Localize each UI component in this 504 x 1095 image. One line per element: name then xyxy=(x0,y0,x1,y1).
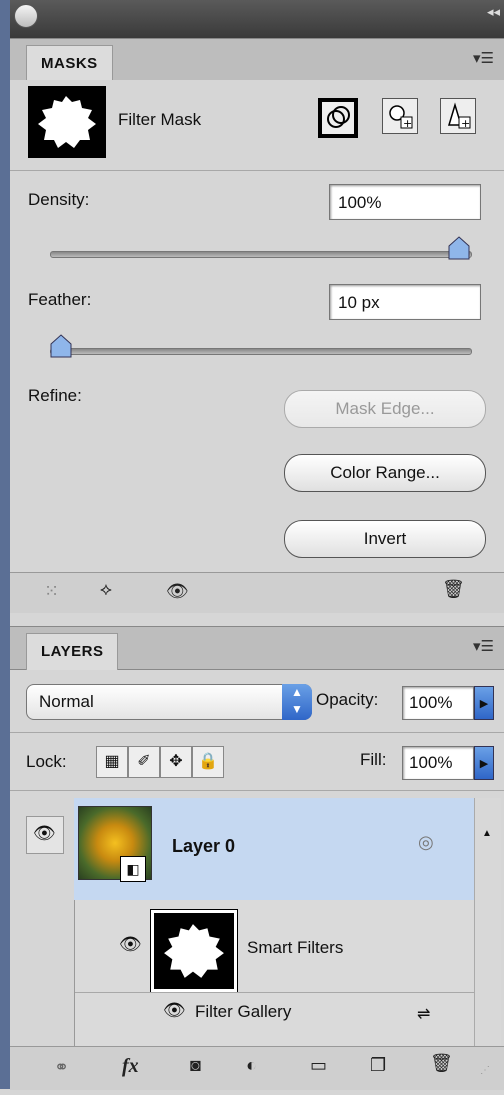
lock-position-icon[interactable]: ✥ xyxy=(160,746,192,778)
blend-mode-select[interactable]: Normal ▲ ▼ xyxy=(26,684,312,720)
window-edge xyxy=(0,0,10,1089)
lock-image-icon[interactable]: ✐ xyxy=(128,746,160,778)
eye-icon: 👁 xyxy=(33,823,56,843)
blend-mode-value: Normal xyxy=(39,692,94,711)
svg-text:+: + xyxy=(403,117,412,130)
feather-slider-knob[interactable] xyxy=(50,334,72,358)
mask-edge-button[interactable]: Mask Edge... xyxy=(284,390,486,428)
refine-label: Refine: xyxy=(28,386,82,405)
photoshop-panel-window: ◂◂ MASKS ▾☰ Filter Mask + + Density: 100… xyxy=(0,0,504,1095)
add-pixel-mask-button[interactable]: + xyxy=(382,98,418,134)
layer-visibility-toggle[interactable]: 👁 xyxy=(26,816,64,854)
collapse-icon[interactable]: ◂◂ xyxy=(487,4,500,20)
eye-icon[interactable]: 👁 xyxy=(163,1000,186,1021)
divider xyxy=(10,732,504,733)
mask-thumbnail[interactable] xyxy=(28,86,106,158)
divider xyxy=(75,992,475,993)
vector-mask-add-icon: + xyxy=(447,102,471,130)
link-layers-icon[interactable]: ⚭ xyxy=(54,1057,69,1078)
trash-icon[interactable]: 🗑 xyxy=(442,579,465,600)
feather-label: Feather: xyxy=(28,290,92,309)
mask-shape-icon xyxy=(38,96,96,148)
layers-scrollbar[interactable]: ▲ xyxy=(474,798,501,1046)
masks-panel: Filter Mask + + Density: 100% Feather: 1… xyxy=(10,80,504,613)
layers-panel: Normal ▲ ▼ Opacity: 100% ▶ Lock: ▦ ✐ ✥ 🔒 … xyxy=(10,670,504,1095)
lock-transparency-icon[interactable]: ▦ xyxy=(96,746,128,778)
opacity-arrow-icon[interactable]: ▶ xyxy=(474,686,494,720)
load-selection-icon[interactable]: ⁙ xyxy=(44,581,59,602)
layers-tabbar: LAYERS ▾☰ xyxy=(10,626,504,670)
svg-text:+: + xyxy=(461,117,470,130)
smart-object-icon: ◧ xyxy=(120,856,146,882)
fill-arrow-icon[interactable]: ▶ xyxy=(474,746,494,780)
panel-menu-icon[interactable]: ▾☰ xyxy=(473,49,494,67)
masks-tabbar: MASKS ▾☰ xyxy=(10,38,504,82)
lock-all-icon[interactable]: 🔒 xyxy=(192,746,224,778)
eye-icon[interactable]: 👁 xyxy=(166,581,189,602)
mask-shape-icon xyxy=(164,924,224,978)
overlap-circles-icon xyxy=(327,106,350,128)
trash-icon[interactable]: 🗑 xyxy=(430,1053,453,1074)
mask-title: Filter Mask xyxy=(118,110,202,129)
color-range-button[interactable]: Color Range... xyxy=(284,454,486,492)
feather-slider[interactable] xyxy=(50,348,472,355)
close-icon[interactable] xyxy=(14,4,38,28)
scroll-up-arrow-icon[interactable]: ▲ xyxy=(482,828,492,839)
add-vector-mask-button[interactable]: + xyxy=(440,98,476,134)
smart-filters-group: 👁 Smart Filters 👁 Filter Gallery ⇌ xyxy=(74,900,475,1050)
add-mask-icon[interactable]: ◙ xyxy=(190,1055,201,1076)
panel-menu-icon[interactable]: ▾☰ xyxy=(473,637,494,655)
masks-bottom-toolbar: ⁙ ⟡ 👁 🗑 xyxy=(10,572,504,613)
fill-label: Fill: xyxy=(360,750,387,769)
invert-button[interactable]: Invert xyxy=(284,520,486,558)
new-group-icon[interactable]: ▭ xyxy=(310,1055,327,1076)
density-label: Density: xyxy=(28,190,90,209)
lock-label: Lock: xyxy=(26,752,67,771)
feather-field[interactable]: 10 px xyxy=(329,284,481,320)
filter-options-icon[interactable]: ⇌ xyxy=(417,1004,430,1024)
smart-filter-mask-thumbnail[interactable] xyxy=(150,909,238,993)
tab-masks[interactable]: MASKS xyxy=(26,45,113,82)
opacity-field[interactable]: 100% xyxy=(402,686,474,720)
select-arrows-icon: ▲ ▼ xyxy=(282,684,312,720)
layer-row[interactable]: ◧ Layer 0 ◎ xyxy=(74,798,474,900)
fx-icon[interactable]: fx xyxy=(122,1055,139,1078)
divider xyxy=(10,790,504,791)
panel-titlebar: ◂◂ xyxy=(10,0,504,38)
layers-bottom-toolbar: ⚭ fx ◙ ◐ ▭ ❐ 🗑 ⋰ xyxy=(10,1046,504,1090)
filter-mask-button[interactable] xyxy=(318,98,358,138)
smart-filter-badge-icon: ◎ xyxy=(418,832,434,852)
fill-field[interactable]: 100% xyxy=(402,746,474,780)
divider xyxy=(10,170,504,171)
resize-grip-icon[interactable]: ⋰ xyxy=(480,1065,490,1076)
eye-icon[interactable]: 👁 xyxy=(119,934,142,955)
tab-layers[interactable]: LAYERS xyxy=(26,633,119,670)
new-layer-icon[interactable]: ❐ xyxy=(370,1055,386,1076)
density-field[interactable]: 100% xyxy=(329,184,481,220)
layer-name: Layer 0 xyxy=(172,836,236,856)
adjustment-layer-icon[interactable]: ◐ xyxy=(246,1055,257,1076)
opacity-label: Opacity: xyxy=(316,690,379,709)
density-slider[interactable] xyxy=(50,251,472,258)
filter-item-label[interactable]: Filter Gallery xyxy=(195,1002,291,1022)
smart-filters-label: Smart Filters xyxy=(247,938,344,957)
apply-mask-icon[interactable]: ⟡ xyxy=(100,579,112,600)
pixel-mask-add-icon: + xyxy=(389,105,413,130)
density-slider-knob[interactable] xyxy=(448,236,470,260)
